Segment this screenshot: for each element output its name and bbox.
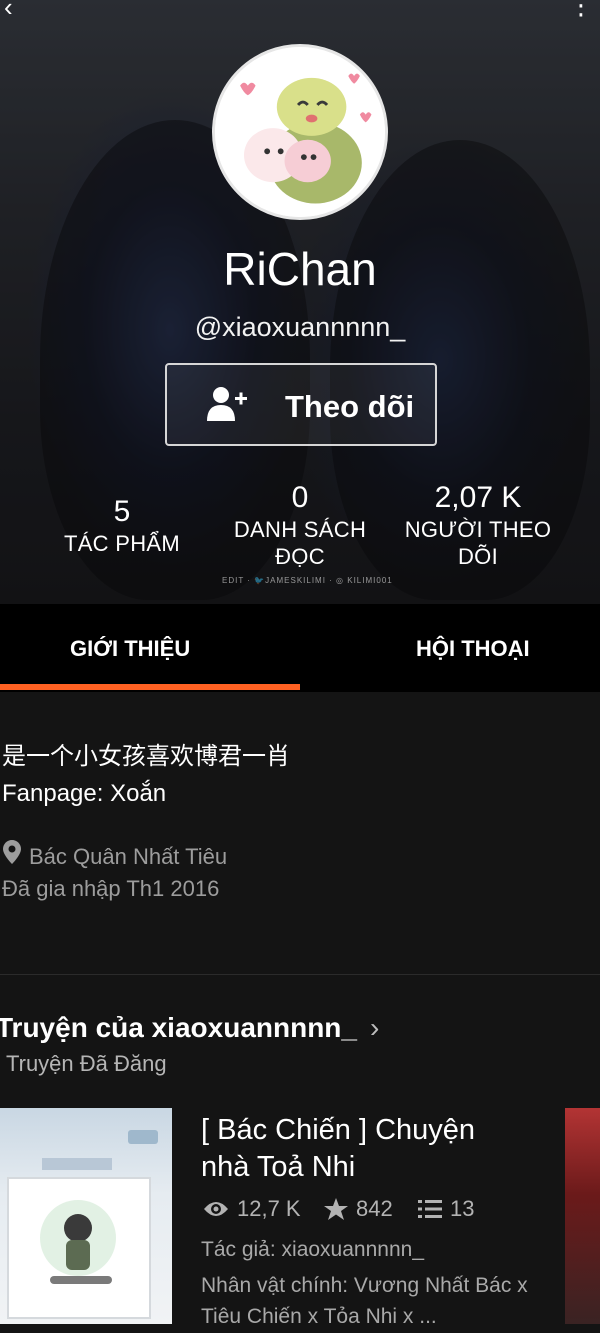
bio-line-1: 是一个小女孩喜欢博君一肖 bbox=[2, 743, 290, 770]
location-text: Bác Quân Nhất Tiêu bbox=[29, 844, 228, 869]
joined-date: Đã gia nhập Th1 2016 bbox=[2, 876, 220, 901]
story-title[interactable]: [ Bác Chiến ] Chuyện nhà Toả Nhi bbox=[201, 1112, 521, 1186]
works-label: TÁC PHẨM bbox=[63, 531, 181, 556]
cover-watermark: EDIT · 🐦JAMESKILIMI · ◎ KILIMI001 bbox=[222, 576, 393, 585]
username: @xiaoxuannnnn_ bbox=[194, 312, 406, 342]
followers-label-line-1: NGƯỜI THEO bbox=[404, 517, 552, 542]
followers-count: 2,07 K bbox=[434, 481, 522, 514]
reading-lists-label-line-2: ĐỌC bbox=[275, 544, 325, 569]
tab-conversations[interactable]: HỘI THOẠI bbox=[416, 636, 530, 662]
stories-section-title[interactable]: Truyện của xiaoxuannnnn_ bbox=[0, 1012, 357, 1044]
story-votes: 842 bbox=[324, 1196, 393, 1222]
display-name: RiChan bbox=[223, 243, 377, 295]
story-cover-image[interactable] bbox=[0, 1108, 172, 1324]
story-author: Tác giả: xiaoxuannnnn_ bbox=[201, 1238, 424, 1261]
story-cover-illustration bbox=[7, 1130, 158, 1319]
followers-label-line-2: DÕI bbox=[457, 544, 498, 569]
stories-section-subtitle: Truyện Đã Đăng bbox=[6, 1051, 167, 1076]
active-tab-indicator bbox=[0, 684, 300, 690]
story-votes-count: 842 bbox=[356, 1196, 393, 1221]
add-user-icon bbox=[207, 387, 247, 421]
reading-lists-label-line-1: DANH SÁCH bbox=[233, 517, 367, 542]
profile-tabs: GIỚI THIỆU HỘI THOẠI bbox=[0, 604, 600, 692]
more-menu-icon[interactable]: ⋮ bbox=[568, 0, 594, 18]
reading-lists-count: 0 bbox=[291, 481, 309, 514]
profile-header: ‹ ⋮ RiChan @xiaoxuannnnn_ Theo dõi 5 TÁC… bbox=[0, 0, 600, 604]
follow-button-label: Theo dõi bbox=[285, 389, 415, 424]
chevron-right-icon[interactable]: › bbox=[370, 1012, 379, 1044]
works-count: 5 bbox=[113, 495, 131, 528]
location-pin-icon bbox=[3, 840, 21, 864]
eye-icon bbox=[204, 1202, 228, 1216]
section-divider bbox=[0, 974, 600, 975]
next-story-cover-image[interactable] bbox=[565, 1108, 600, 1324]
star-icon bbox=[324, 1198, 348, 1220]
story-characters: Nhân vật chính: Vương Nhất Bác x Tiêu Ch… bbox=[201, 1274, 528, 1328]
story-reads: 12,7 K bbox=[203, 1196, 301, 1222]
back-icon[interactable]: ‹ bbox=[4, 0, 13, 20]
story-parts: 13 bbox=[418, 1196, 474, 1222]
avatar[interactable] bbox=[212, 44, 388, 220]
tab-about[interactable]: GIỚI THIỆU bbox=[70, 636, 190, 662]
followers-stat[interactable]: 2,07 K NGƯỜI THEO DÕI bbox=[398, 480, 558, 570]
story-parts-count: 13 bbox=[450, 1196, 475, 1221]
reading-lists-stat[interactable]: 0 DANH SÁCH ĐỌC bbox=[220, 480, 380, 570]
list-icon bbox=[418, 1200, 442, 1218]
about-section: 是一个小女孩喜欢博君一肖 Fanpage: Xoắn Bác Quân Nhất… bbox=[0, 692, 600, 975]
works-stat[interactable]: 5 TÁC PHẨM bbox=[52, 494, 192, 557]
bio-line-2: Fanpage: Xoắn bbox=[2, 780, 167, 807]
follow-button[interactable]: Theo dõi bbox=[165, 363, 437, 446]
avatar-illustration bbox=[215, 47, 385, 217]
story-reads-count: 12,7 K bbox=[237, 1196, 301, 1221]
